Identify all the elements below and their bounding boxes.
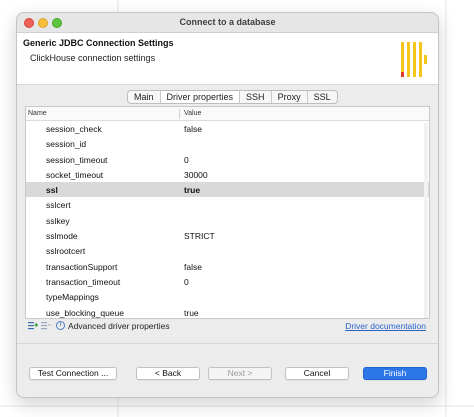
- table-row[interactable]: session_timeout 0: [26, 152, 429, 167]
- table-header: Name Value: [26, 107, 429, 121]
- table-row-selected[interactable]: ssl true: [26, 182, 429, 198]
- column-header-name[interactable]: Name: [28, 110, 47, 117]
- finish-button[interactable]: Finish: [363, 367, 427, 380]
- table-row[interactable]: typeMappings: [26, 289, 429, 304]
- connection-tabs: Main Driver properties SSH Proxy SSL: [127, 90, 338, 104]
- table-row[interactable]: sslrootcert: [26, 243, 429, 258]
- property-value[interactable]: STRICT: [184, 231, 215, 241]
- table-row[interactable]: use_blocking_queue true: [26, 305, 429, 318]
- dialog-header: Generic JDBC Connection Settings ClickHo…: [17, 33, 438, 85]
- tab-driver-properties[interactable]: Driver properties: [160, 91, 241, 103]
- table-row[interactable]: transaction_timeout 0: [26, 274, 429, 289]
- table-scrollbar[interactable]: [423, 122, 429, 319]
- property-value[interactable]: false: [184, 262, 202, 272]
- table-row[interactable]: session_id: [26, 136, 429, 151]
- advanced-driver-properties-label: Advanced driver properties: [68, 321, 170, 331]
- table-row[interactable]: socket_timeout 30000: [26, 167, 429, 182]
- property-name: session_check: [46, 124, 102, 134]
- header-title: Generic JDBC Connection Settings: [23, 38, 174, 48]
- table-row[interactable]: transactionSupport false: [26, 259, 429, 274]
- info-icon: i: [56, 321, 65, 330]
- remove-property-icon[interactable]: [41, 320, 51, 330]
- table-row[interactable]: session_check false: [26, 121, 429, 136]
- back-button[interactable]: < Back: [136, 367, 200, 380]
- driver-properties-table: Name Value session_check false session_id…: [25, 106, 430, 319]
- properties-toolbar: i Advanced driver properties Driver docu…: [25, 319, 430, 334]
- table-row[interactable]: sslmode STRICT: [26, 228, 429, 243]
- property-name: typeMappings: [46, 292, 99, 303]
- test-connection-button[interactable]: Test Connection ...: [29, 367, 117, 380]
- next-button[interactable]: Next >: [208, 367, 272, 380]
- property-name: sslcert: [46, 200, 71, 211]
- property-name: sslrootcert: [46, 246, 86, 257]
- tab-proxy[interactable]: Proxy: [272, 91, 308, 103]
- property-value[interactable]: 30000: [184, 170, 208, 180]
- property-name: sslkey: [46, 215, 70, 226]
- property-name: use_blocking_queue: [46, 307, 124, 318]
- tab-ssl[interactable]: SSL: [308, 91, 337, 103]
- dialog-footer: Test Connection ... < Back Next > Cancel…: [17, 343, 438, 397]
- table-row[interactable]: sslcert: [26, 197, 429, 212]
- tab-ssh[interactable]: SSH: [240, 91, 272, 103]
- column-header-value[interactable]: Value: [184, 110, 201, 117]
- title-bar: Connect to a database: [17, 13, 438, 33]
- table-row[interactable]: sslkey: [26, 213, 429, 228]
- header-subtitle: ClickHouse connection settings: [30, 53, 156, 63]
- column-separator[interactable]: [179, 109, 180, 119]
- property-name: socket_timeout: [46, 169, 104, 180]
- clickhouse-logo-icon: [401, 42, 427, 77]
- property-value[interactable]: 0: [184, 277, 189, 287]
- driver-documentation-link[interactable]: Driver documentation: [345, 321, 426, 331]
- connect-dialog: Connect to a database Generic JDBC Conne…: [16, 12, 439, 398]
- property-value[interactable]: 0: [184, 155, 189, 165]
- property-name: session_timeout: [46, 154, 108, 165]
- property-name: transaction_timeout: [46, 276, 121, 287]
- property-name: sslmode: [46, 231, 78, 242]
- tab-main[interactable]: Main: [128, 91, 161, 103]
- property-value[interactable]: false: [184, 124, 202, 134]
- property-value[interactable]: true: [184, 185, 200, 195]
- add-property-icon[interactable]: [28, 320, 38, 330]
- window-title: Connect to a database: [179, 17, 276, 27]
- property-value[interactable]: true: [184, 308, 199, 318]
- property-name: ssl: [46, 185, 58, 196]
- property-name: transactionSupport: [46, 261, 118, 272]
- property-name: session_id: [46, 139, 87, 150]
- cancel-button[interactable]: Cancel: [285, 367, 349, 380]
